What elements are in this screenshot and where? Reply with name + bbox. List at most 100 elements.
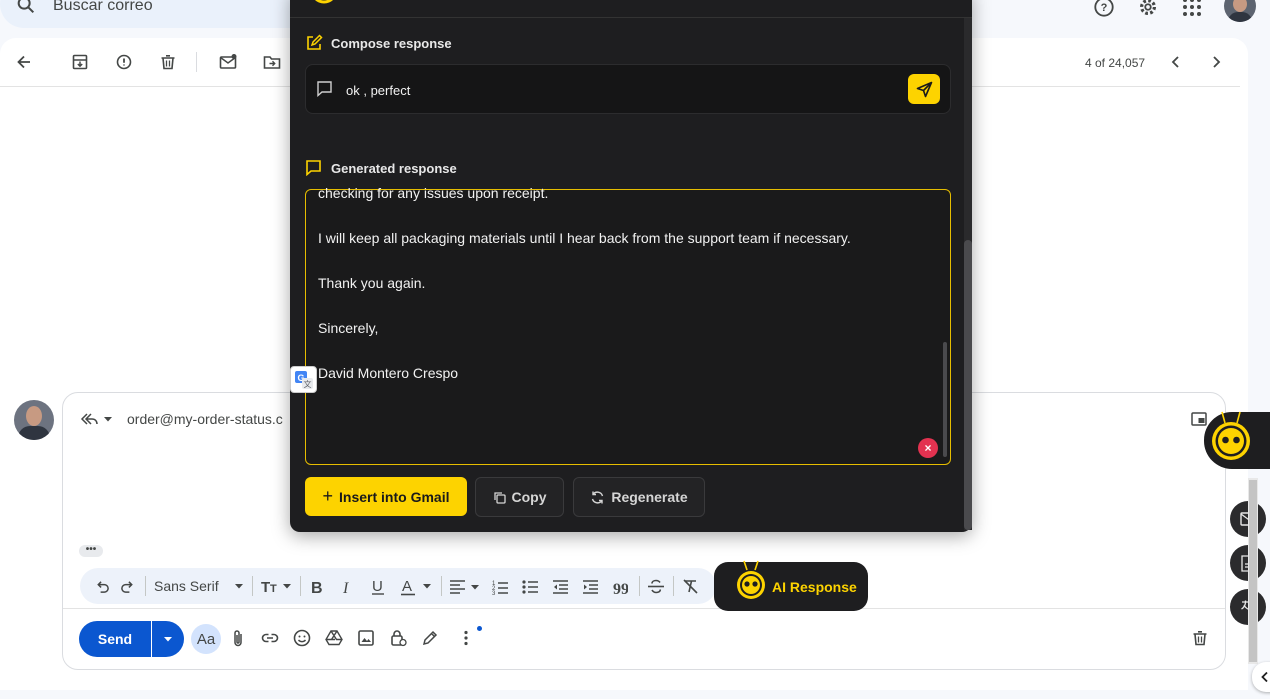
pop-out-icon[interactable] <box>1191 412 1207 426</box>
generated-line: checking for any issues upon receipt. <box>318 185 549 201</box>
insert-photo-icon[interactable] <box>356 628 376 648</box>
regenerate-button[interactable]: Regenerate <box>573 477 705 517</box>
message-icon <box>306 160 321 176</box>
signature-icon[interactable] <box>420 628 440 648</box>
text-color-icon[interactable]: A <box>400 578 434 596</box>
bulleted-list-icon[interactable] <box>522 579 539 595</box>
send-button[interactable]: Send <box>79 621 151 657</box>
svg-text:T: T <box>261 579 270 595</box>
compose-response-title: Compose response <box>331 36 452 51</box>
insert-link-icon[interactable] <box>260 628 280 648</box>
ai-response-label: AI Response <box>772 578 857 595</box>
format-separator <box>673 576 674 596</box>
attach-icon[interactable] <box>228 628 248 648</box>
toolbar-separator <box>196 52 197 72</box>
help-icon[interactable]: ? <box>1092 0 1116 19</box>
bold-icon[interactable]: B <box>309 578 325 595</box>
bot-mascot-icon <box>1212 411 1250 460</box>
newer-chevron-icon[interactable] <box>1168 54 1184 70</box>
delete-icon[interactable] <box>158 52 178 72</box>
svg-text:3: 3 <box>492 591 496 595</box>
copy-button[interactable]: Copy <box>475 477 564 517</box>
translate-icon[interactable]: G文 <box>290 366 317 393</box>
close-icon: × <box>924 441 932 455</box>
mark-unread-icon[interactable] <box>218 52 238 72</box>
discard-draft-icon[interactable] <box>1190 628 1210 648</box>
svg-text:U: U <box>372 578 383 595</box>
format-separator <box>300 576 301 596</box>
send-icon <box>916 81 932 97</box>
drive-icon[interactable] <box>324 628 344 648</box>
reply-all-icon[interactable] <box>80 411 98 427</box>
svg-text:?: ? <box>1101 2 1108 14</box>
confidential-mode-icon[interactable] <box>388 628 408 648</box>
underline-icon[interactable]: U <box>370 578 386 595</box>
gear-icon[interactable] <box>1136 0 1160 19</box>
emoji-icon[interactable] <box>292 628 312 648</box>
compose-send-button[interactable] <box>908 74 940 104</box>
page-count: 4 of 24,057 <box>1085 56 1146 70</box>
insert-into-gmail-button[interactable]: + Insert into Gmail <box>305 477 467 516</box>
move-to-icon[interactable] <box>262 52 282 72</box>
format-separator <box>639 576 640 596</box>
format-separator <box>441 576 442 596</box>
svg-text:B: B <box>311 580 323 595</box>
report-spam-icon[interactable] <box>114 52 134 72</box>
generated-line: I will keep all packaging materials unti… <box>318 230 851 246</box>
font-family-select[interactable]: Sans Serif <box>154 578 219 594</box>
reply-recipient[interactable]: order@my-order-status.c <box>127 411 283 427</box>
svg-text:99: 99 <box>613 581 628 594</box>
redo-icon[interactable] <box>120 579 135 594</box>
search-input[interactable]: Buscar correo <box>53 0 153 15</box>
svg-text:文: 文 <box>303 379 311 389</box>
format-separator <box>252 576 253 596</box>
formatting-options-button[interactable]: Aa <box>191 624 221 654</box>
notification-dot <box>477 626 482 631</box>
archive-icon[interactable] <box>70 52 90 72</box>
show-trimmed-content-button[interactable]: ••• <box>79 545 103 557</box>
italic-icon[interactable]: I <box>340 578 356 595</box>
chevron-down-icon <box>164 637 172 642</box>
side-panel-toggle[interactable] <box>1252 662 1270 692</box>
regenerate-button-label: Regenerate <box>611 489 688 505</box>
generated-response-scrollbar[interactable] <box>943 342 947 457</box>
svg-text:I: I <box>342 580 349 595</box>
refresh-icon <box>592 490 604 504</box>
edit-icon <box>307 34 323 50</box>
generated-response-title: Generated response <box>331 161 457 176</box>
svg-text:T: T <box>270 583 277 595</box>
font-dropdown-icon[interactable] <box>234 582 244 590</box>
undo-icon[interactable] <box>95 579 110 594</box>
older-chevron-icon[interactable] <box>1208 54 1224 70</box>
search-icon[interactable] <box>15 0 37 16</box>
sender-avatar <box>14 400 54 440</box>
text-size-icon[interactable]: TT <box>260 577 292 595</box>
account-avatar[interactable] <box>1224 0 1256 22</box>
indent-more-icon[interactable] <box>582 579 599 595</box>
quote-icon[interactable]: 99 <box>613 580 628 594</box>
bot-logo-icon <box>315 0 333 4</box>
panel-scrollbar-thumb[interactable] <box>964 240 972 530</box>
page-scrollbar-thumb[interactable] <box>1249 480 1257 662</box>
strikethrough-icon[interactable] <box>647 578 665 595</box>
insert-button-label: Insert into Gmail <box>339 488 450 505</box>
apps-grid-icon[interactable] <box>1180 0 1204 19</box>
chevron-left-icon <box>1261 671 1268 683</box>
generated-line: Sincerely, <box>318 320 379 336</box>
align-icon[interactable] <box>449 579 483 595</box>
plus-icon: + <box>322 486 334 506</box>
copy-icon <box>493 491 506 504</box>
back-arrow-icon[interactable] <box>14 52 34 72</box>
indent-less-icon[interactable] <box>552 579 569 595</box>
reply-type-dropdown-icon[interactable] <box>103 414 113 424</box>
numbered-list-icon[interactable]: 123 <box>492 579 509 595</box>
compose-response-text[interactable]: ok , perfect <box>346 83 410 98</box>
composer-divider <box>63 608 1225 609</box>
generated-line: David Montero Crespo <box>318 365 459 381</box>
more-options-icon[interactable] <box>456 628 476 648</box>
chat-bubble-icon <box>317 81 332 97</box>
panel-header-divider <box>290 17 972 18</box>
clear-response-button[interactable]: × <box>918 438 938 458</box>
remove-formatting-icon[interactable] <box>682 578 699 595</box>
copy-button-label: Copy <box>511 489 547 505</box>
